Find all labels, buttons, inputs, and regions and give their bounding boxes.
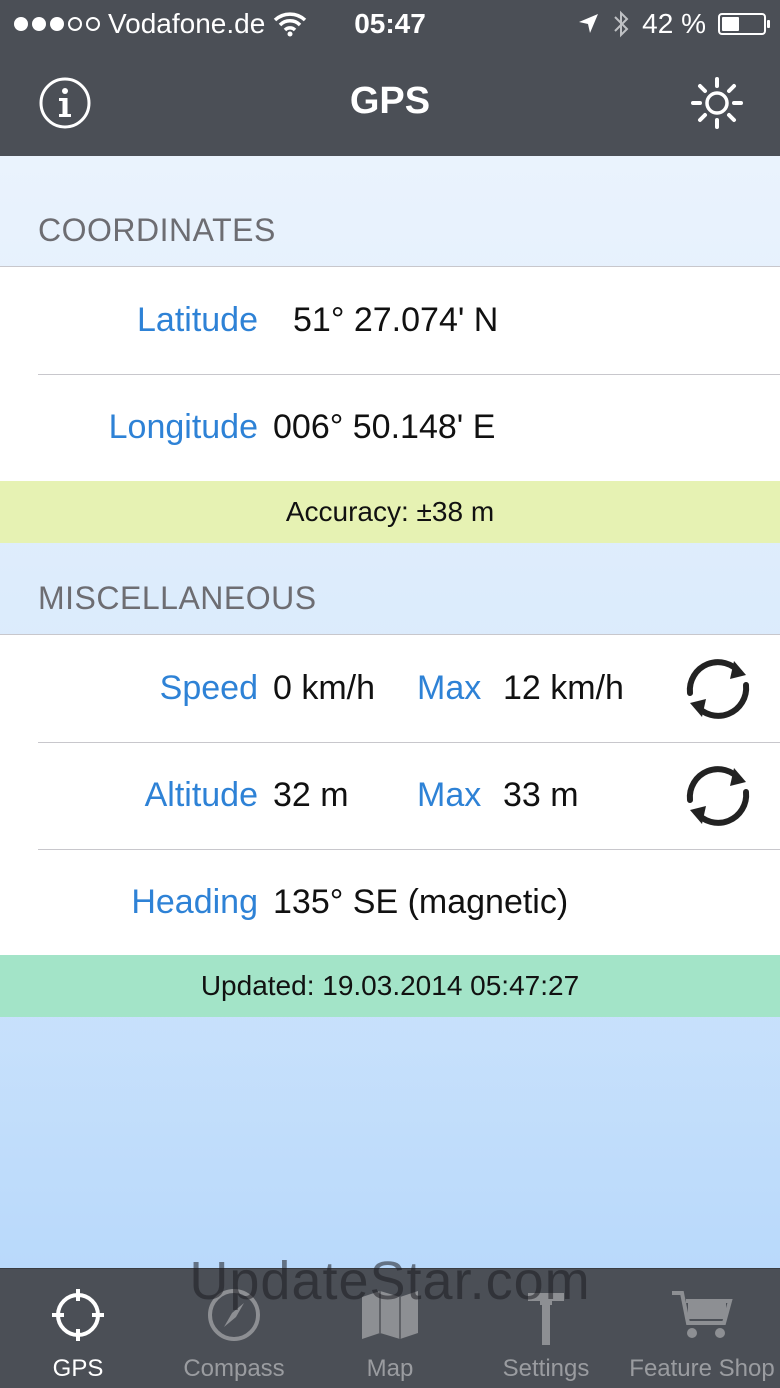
heading-row: Heading 135° SE (magnetic): [0, 849, 780, 956]
speed-label: Speed: [159, 669, 258, 707]
bluetooth-icon: [614, 10, 629, 38]
speed-max-label: Max: [417, 669, 482, 707]
longitude-label: Longitude: [108, 408, 258, 446]
speed-row: Speed 0 km/h Max 12 km/h: [0, 635, 780, 742]
heading-value: 135° SE (magnetic): [273, 883, 569, 921]
status-bar: Vodafone.de 05:47 42 %: [0, 0, 780, 52]
tab-map[interactable]: Map: [312, 1269, 468, 1388]
tab-compass[interactable]: Compass: [156, 1269, 312, 1388]
navigation-bar: GPS: [0, 52, 780, 156]
tab-bar: GPS Compass Map Settings Feature Shop: [0, 1268, 780, 1388]
section-header-miscellaneous: MISCELLANEOUS: [38, 580, 317, 616]
speed-value: 0 km/h: [273, 669, 376, 707]
longitude-row: Longitude 006° 50.148' E: [0, 374, 780, 481]
top-bar: Vodafone.de 05:47 42 % GPS: [0, 0, 780, 156]
tab-gps[interactable]: GPS: [0, 1269, 156, 1388]
map-icon: [362, 1291, 418, 1339]
refresh-icon[interactable]: [680, 653, 756, 725]
battery-percent: 42 %: [642, 8, 706, 39]
battery-fill: [722, 17, 739, 31]
coordinates-group: Latitude 51° 27.074' N Longitude 006° 50…: [0, 266, 780, 481]
latitude-value: 51° 27.074' N: [293, 301, 499, 339]
tab-label: GPS: [52, 1355, 104, 1382]
compass-icon: [208, 1289, 260, 1341]
tab-label: Compass: [183, 1355, 285, 1382]
speed-max-value: 12 km/h: [503, 669, 624, 707]
latitude-row: Latitude 51° 27.074' N: [0, 267, 780, 374]
altitude-max-value: 33 m: [503, 776, 579, 814]
status-right: 42 %: [576, 8, 770, 40]
tab-label: Settings: [502, 1355, 590, 1382]
latitude-label: Latitude: [137, 301, 258, 339]
tab-label: Feature Shop: [629, 1355, 775, 1382]
crosshair-icon: [52, 1289, 104, 1341]
altitude-value: 32 m: [273, 776, 349, 814]
tab-feature-shop[interactable]: Feature Shop: [624, 1269, 780, 1388]
altitude-label: Altitude: [144, 776, 258, 814]
hammer-icon: [528, 1293, 564, 1345]
section-header-coordinates: COORDINATES: [38, 212, 276, 248]
accuracy-band: Accuracy: ±38 m: [0, 481, 780, 543]
battery-icon: [718, 13, 770, 35]
tab-label: Map: [366, 1355, 414, 1382]
page-title: GPS: [349, 80, 431, 122]
updated-band: Updated: 19.03.2014 05:47:27: [0, 955, 780, 1017]
content-area: COORDINATES Latitude 51° 27.074' N Longi…: [0, 156, 780, 1268]
tab-settings[interactable]: Settings: [468, 1269, 624, 1388]
location-arrow-icon: [579, 14, 599, 33]
refresh-icon[interactable]: [680, 760, 756, 832]
miscellaneous-group: Speed 0 km/h Max 12 km/h Altitude 32 m M…: [0, 634, 780, 956]
sun-icon[interactable]: [690, 76, 744, 130]
heading-label: Heading: [131, 883, 258, 921]
altitude-row: Altitude 32 m Max 33 m: [0, 742, 780, 849]
cart-icon: [672, 1291, 733, 1338]
altitude-max-label: Max: [417, 776, 482, 814]
longitude-value: 006° 50.148' E: [273, 408, 496, 446]
